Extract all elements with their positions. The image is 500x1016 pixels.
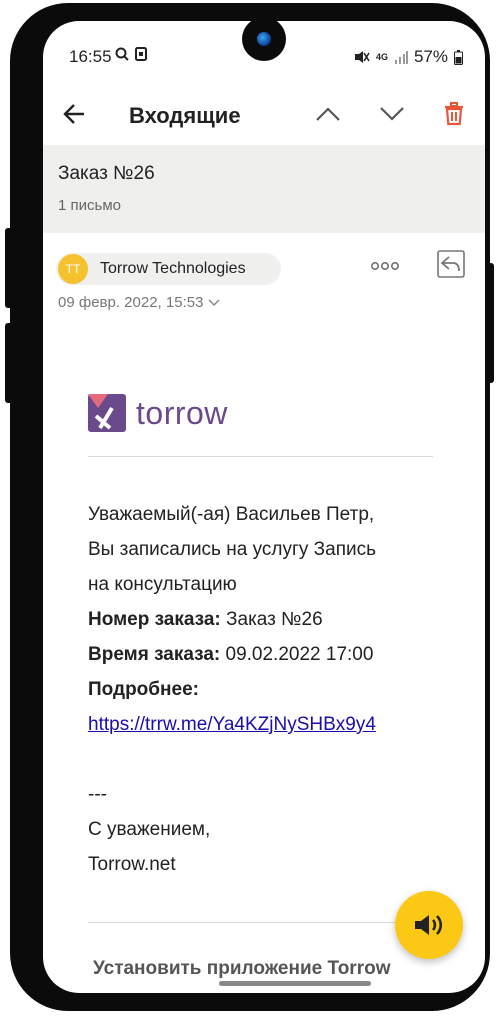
back-arrow-icon [63,104,84,124]
signature-text: Torrow.net [88,854,176,875]
next-message-button[interactable] [375,97,409,131]
torrow-logo: torrow [88,394,228,432]
sender-name: Torrow Technologies [100,260,246,277]
home-indicator[interactable] [219,981,371,986]
battery-icon [454,49,463,65]
side-button [5,323,13,403]
greeting-line: на консультацию [88,574,237,595]
more-icon [371,262,399,270]
top-bar: Входящие [43,83,485,145]
side-button [486,263,494,383]
trash-icon [445,102,463,126]
details-row: Подробнее: [88,672,448,707]
divider [88,456,433,457]
reply-button[interactable] [437,250,465,278]
sender-chip[interactable]: TT Torrow Technologies [56,253,281,285]
details-label: Подробнее: [88,679,199,700]
side-button [5,228,13,308]
page-title: Входящие [129,103,241,128]
phone-frame: 16:55 4G 57% Входящие Заказ №26 1 письмо… [5,3,494,1011]
battery-percent: 57% [413,47,448,66]
speaker-icon [415,915,443,935]
email-body: Уважаемый(-ая) Васильев Петр, Вы записал… [88,497,448,882]
greeting-line: Уважаемый(-ая) Васильев Петр, [88,504,375,525]
more-button[interactable] [370,258,400,274]
install-app-link[interactable]: Установить приложение Torrow [93,958,390,980]
read-aloud-button[interactable] [395,891,463,959]
order-time-value: 09.02.2022 17:00 [220,644,374,665]
order-time-row: Время заказа: 09.02.2022 17:00 [88,637,448,672]
signal-icon [394,50,408,64]
message-subject: Заказ №26 [58,163,155,184]
status-icons-left [115,47,147,61]
network-type: 4G [375,51,388,62]
order-number-row: Номер заказа: Заказ №26 [88,602,448,637]
reply-icon [437,250,465,278]
message-date[interactable]: 09 февр. 2022, 15:53 [58,294,220,311]
regards-text: С уважением, [88,819,211,840]
message-date-text: 09 февр. 2022, 15:53 [58,294,204,311]
separator-text: --- [88,784,107,805]
details-link-row: https://trrw.me/Ya4KZjNySHBx9y4 [88,707,448,742]
chevron-up-icon [316,107,340,121]
chevron-down-icon [208,299,220,307]
status-icons-right: 4G 57% [354,47,463,67]
divider [88,922,433,923]
torrow-logo-icon [88,394,126,432]
order-number-label: Номер заказа: [88,609,221,630]
order-number-value: Заказ №26 [220,609,323,630]
screenshot-icon [135,47,147,61]
delete-button[interactable] [437,97,471,131]
back-button[interactable] [57,97,91,131]
torrow-logo-text: torrow [136,394,228,431]
screen: 16:55 4G 57% Входящие Заказ №26 1 письмо… [43,21,485,993]
previous-message-button[interactable] [311,97,345,131]
message-count: 1 письмо [58,197,121,214]
chevron-down-icon [380,107,404,121]
greeting-line: Вы записались на услугу Запись [88,539,376,560]
subject-header: Заказ №26 1 письмо [43,145,485,233]
avatar: TT [58,254,88,284]
front-camera [242,17,286,61]
status-time: 16:55 [69,47,112,66]
order-time-label: Время заказа: [88,644,221,665]
details-link[interactable]: https://trrw.me/Ya4KZjNySHBx9y4 [88,714,376,735]
mute-icon [354,51,370,63]
search-icon [115,47,129,61]
